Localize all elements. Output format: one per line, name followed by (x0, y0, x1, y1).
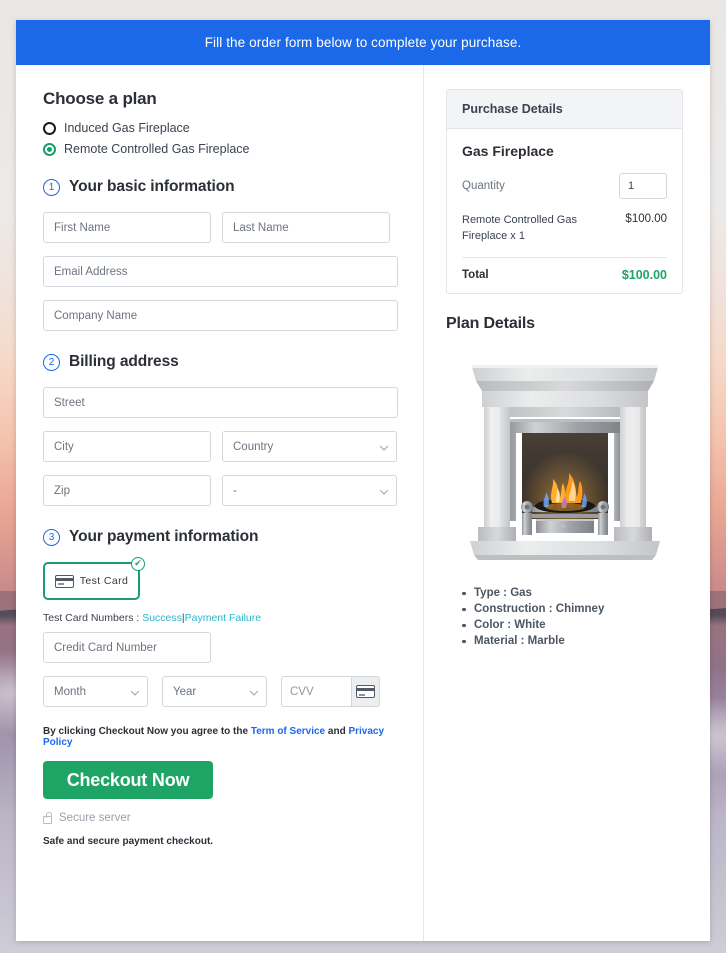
check-circle-icon: ✔ (131, 557, 145, 571)
state-select[interactable]: - (222, 475, 397, 506)
divider (462, 256, 667, 258)
quantity-input[interactable] (619, 173, 667, 199)
step-number-badge: 3 (43, 528, 60, 546)
banner-text: Fill the order form below to complete yo… (204, 35, 522, 50)
credit-card-icon (356, 685, 375, 698)
product-name: Gas Fireplace (462, 143, 554, 159)
fireplace-image-wrap (446, 361, 683, 561)
summary-column: Purchase Details Gas Fireplace Quantity … (424, 65, 709, 941)
payment-method-label: Test Card (79, 575, 129, 587)
step-header-billing-address: 2 Billing address (43, 353, 396, 371)
email-field-row (43, 256, 398, 287)
spec-item: Material : Marble (462, 635, 683, 647)
spec-item: Construction : Chimney (462, 603, 683, 615)
marble-gas-fireplace-photo (469, 364, 660, 560)
expiry-month-select[interactable]: Month (43, 676, 148, 707)
terms-prefix: By clicking Checkout Now you agree to th… (43, 726, 249, 737)
street-field-row (43, 387, 398, 418)
safe-checkout-note: Safe and secure payment checkout. (43, 836, 214, 847)
zip-input[interactable] (43, 475, 211, 506)
test-card-success-link[interactable]: Success (142, 612, 182, 624)
expiry-cvv-row: Month Year (43, 676, 396, 707)
first-name-input[interactable] (43, 212, 211, 243)
choose-plan-heading: Choose a plan (43, 89, 157, 108)
zip-state-row: - (43, 475, 397, 506)
cvv-input[interactable] (281, 676, 351, 707)
expiry-year-select[interactable]: Year (162, 676, 267, 707)
name-field-row (43, 212, 396, 243)
month-select-wrap: Month (43, 676, 148, 707)
form-column: Choose a plan Induced Gas Fireplace Remo… (16, 65, 424, 941)
checkout-card: Fill the order form below to complete yo… (16, 20, 710, 941)
step-header-payment-info: 3 Your payment information (43, 528, 396, 546)
terms-text: By clicking Checkout Now you agree to th… (43, 726, 396, 748)
cvv-help-button[interactable] (351, 676, 380, 707)
plan-option-label: Remote Controlled Gas Fireplace (64, 142, 250, 156)
step-header-basic-info: 1 Your basic information (43, 178, 396, 196)
plan-option-induced[interactable]: Induced Gas Fireplace (43, 121, 396, 135)
street-input[interactable] (43, 387, 398, 418)
secure-server-row: Secure server (43, 811, 396, 824)
payment-method-test-card[interactable]: ✔ Test Card (43, 557, 145, 600)
lock-icon (43, 811, 52, 824)
step-number-badge: 1 (43, 178, 60, 196)
total-value: $100.00 (621, 267, 667, 282)
state-select-wrap: - (222, 475, 397, 506)
purchase-details-header: Purchase Details (447, 90, 682, 129)
step-title: Your payment information (69, 528, 259, 545)
plan-specs-list: Type : Gas Construction : Chimney Color … (462, 587, 683, 647)
test-card-numbers-row: Test Card Numbers : Success|Payment Fail… (43, 612, 396, 624)
last-name-input[interactable] (222, 212, 390, 243)
radio-unselected-icon[interactable] (43, 121, 56, 135)
cvv-group (281, 676, 380, 707)
card-number-row (43, 632, 396, 663)
year-select-wrap: Year (162, 676, 267, 707)
city-country-row: Country (43, 431, 397, 462)
test-numbers-label: Test Card Numbers : (43, 612, 140, 624)
quantity-label: Quantity (462, 180, 505, 192)
checkout-now-button[interactable]: Checkout Now (43, 761, 213, 799)
quantity-row: Quantity (462, 173, 667, 199)
terms-and: and (327, 726, 346, 737)
instruction-banner: Fill the order form below to complete yo… (16, 20, 710, 65)
line-item-description: Remote Controlled Gas Fireplace x 1 (462, 214, 577, 242)
email-input[interactable] (43, 256, 398, 287)
line-item-price: $100.00 (625, 213, 667, 225)
credit-card-number-input[interactable] (43, 632, 211, 663)
purchase-details-box: Purchase Details Gas Fireplace Quantity … (446, 89, 683, 294)
plan-option-label: Induced Gas Fireplace (64, 121, 190, 135)
plan-option-remote-controlled[interactable]: Remote Controlled Gas Fireplace (43, 142, 396, 156)
company-name-input[interactable] (43, 300, 398, 331)
test-card-failure-link[interactable]: Payment Failure (185, 612, 261, 624)
total-label: Total (462, 268, 489, 281)
term-of-service-link[interactable]: Term of Service (251, 726, 325, 737)
plan-details-heading: Plan Details (446, 314, 535, 332)
total-row: Total $100.00 (462, 268, 667, 282)
city-input[interactable] (43, 431, 211, 462)
credit-card-icon (54, 574, 74, 588)
country-select-wrap: Country (222, 431, 397, 462)
company-field-row (43, 300, 398, 331)
radio-selected-icon[interactable] (43, 142, 56, 156)
line-item-row: Remote Controlled Gas Fireplace x 1 $100… (462, 213, 667, 245)
country-select[interactable]: Country (222, 431, 397, 462)
purchase-details-body: Gas Fireplace Quantity Remote Controlled… (447, 129, 682, 293)
card-body: Choose a plan Induced Gas Fireplace Remo… (16, 65, 710, 941)
step-title: Your basic information (69, 178, 235, 195)
secure-server-label: Secure server (59, 812, 131, 824)
step-title: Billing address (69, 353, 179, 370)
step-number-badge: 2 (43, 353, 60, 371)
spec-item: Color : White (462, 619, 683, 631)
spec-item: Type : Gas (462, 587, 683, 599)
